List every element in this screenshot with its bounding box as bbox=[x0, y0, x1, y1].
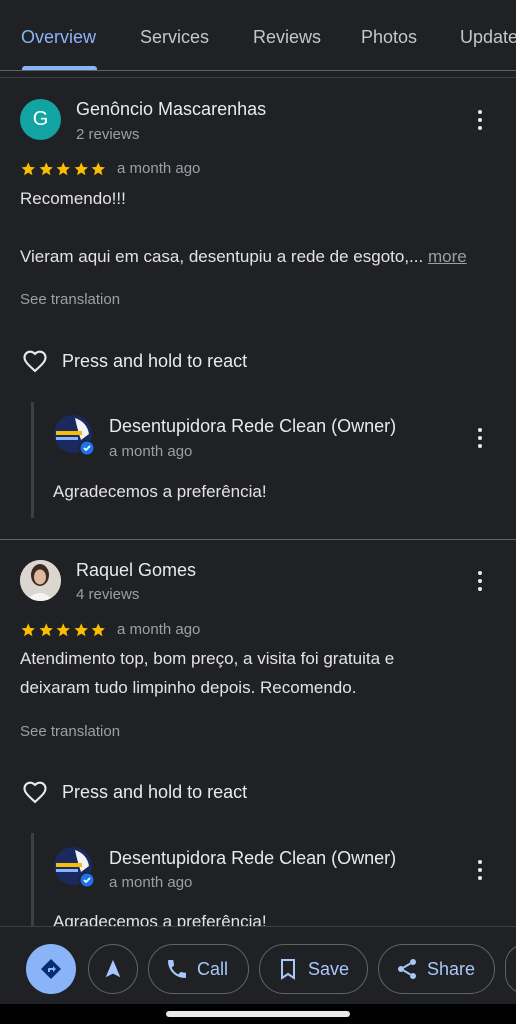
react-label: Press and hold to react bbox=[62, 781, 248, 802]
directions-icon bbox=[41, 959, 61, 979]
owner-avatar[interactable] bbox=[53, 846, 97, 890]
more-link[interactable]: more bbox=[428, 247, 467, 266]
owner-reply-time: a month ago bbox=[109, 443, 193, 460]
review-author-count: 4 reviews bbox=[76, 586, 140, 603]
tabs-divider bbox=[0, 70, 516, 71]
avatar[interactable] bbox=[20, 560, 61, 601]
review-text-line: Recomendo!!! bbox=[20, 189, 126, 208]
save-button[interactable]: Save bbox=[259, 944, 368, 994]
directions-button[interactable] bbox=[26, 944, 76, 994]
owner-reply-name[interactable]: Desentupidora Rede Clean (Owner) bbox=[109, 848, 396, 869]
action-bar: Call Save Share bbox=[0, 926, 516, 1004]
bookmark-icon bbox=[281, 959, 295, 980]
review-divider bbox=[0, 539, 516, 540]
review-text-line: Vieram aqui em casa, desentupiu a rede d… bbox=[20, 242, 500, 272]
star-icon bbox=[56, 162, 70, 176]
call-label: Call bbox=[197, 958, 229, 979]
profile-photo bbox=[20, 560, 61, 601]
tabs-divider-secondary bbox=[0, 77, 516, 78]
see-translation-link[interactable]: See translation bbox=[20, 291, 120, 308]
review-time: a month ago bbox=[117, 621, 201, 638]
star-icon bbox=[56, 623, 70, 637]
tab-bar: Overview Services Reviews Photos Updates bbox=[0, 0, 516, 70]
react-label: Press and hold to react bbox=[62, 350, 248, 371]
more-options-icon[interactable] bbox=[470, 426, 490, 450]
rating-stars bbox=[20, 622, 107, 638]
more-options-icon[interactable] bbox=[470, 858, 490, 882]
review-text-excerpt: Vieram aqui em casa, desentupiu a rede d… bbox=[20, 247, 424, 266]
owner-reply-time: a month ago bbox=[109, 874, 193, 891]
reply-indent-bar bbox=[31, 402, 34, 518]
tab-updates[interactable]: Updates bbox=[460, 27, 516, 48]
navigation-arrow-icon bbox=[105, 959, 121, 978]
review-author-name[interactable]: Genôncio Mascarenhas bbox=[76, 99, 266, 120]
more-options-icon[interactable] bbox=[470, 108, 490, 132]
phone-icon bbox=[168, 960, 186, 978]
owner-reply-name[interactable]: Desentupidora Rede Clean (Owner) bbox=[109, 416, 396, 437]
more-actions-button[interactable] bbox=[505, 944, 516, 994]
see-translation-link[interactable]: See translation bbox=[20, 723, 120, 740]
review-time: a month ago bbox=[117, 160, 201, 177]
tab-reviews[interactable]: Reviews bbox=[253, 27, 321, 48]
react-button[interactable]: Press and hold to react bbox=[20, 777, 247, 807]
star-icon bbox=[39, 162, 53, 176]
star-icon bbox=[21, 623, 35, 637]
share-label: Share bbox=[427, 958, 476, 979]
heart-icon bbox=[23, 350, 47, 373]
react-button[interactable]: Press and hold to react bbox=[20, 346, 247, 376]
owner-reply-text: Agradecemos a preferência! bbox=[53, 482, 267, 501]
review-author-name[interactable]: Raquel Gomes bbox=[76, 560, 196, 581]
tab-services[interactable]: Services bbox=[140, 27, 209, 48]
owner-logo-icon bbox=[54, 847, 95, 888]
review-text-line: deixaram tudo limpinho depois. Recomendo… bbox=[20, 678, 357, 697]
reply-indent-bar bbox=[31, 833, 34, 933]
tab-overview[interactable]: Overview bbox=[21, 27, 96, 48]
review-text-line: Atendimento top, bom preço, a visita foi… bbox=[20, 649, 395, 668]
star-icon bbox=[91, 162, 105, 176]
review-author-count: 2 reviews bbox=[76, 126, 140, 143]
app-screen: Overview Services Reviews Photos Updates… bbox=[0, 0, 516, 1024]
call-button[interactable]: Call bbox=[148, 944, 249, 994]
star-icon bbox=[91, 623, 105, 637]
more-options-icon[interactable] bbox=[470, 569, 490, 593]
owner-logo-icon bbox=[54, 415, 95, 456]
star-icon bbox=[74, 623, 88, 637]
tab-photos[interactable]: Photos bbox=[361, 27, 417, 48]
rating-stars bbox=[20, 161, 107, 177]
star-icon bbox=[21, 162, 35, 176]
share-icon bbox=[398, 959, 416, 979]
heart-icon bbox=[23, 781, 47, 804]
owner-avatar[interactable] bbox=[53, 414, 97, 458]
star-icon bbox=[74, 162, 88, 176]
share-button[interactable]: Share bbox=[378, 944, 495, 994]
star-icon bbox=[39, 623, 53, 637]
start-navigation-button[interactable] bbox=[88, 944, 138, 994]
save-label: Save bbox=[308, 958, 350, 979]
avatar[interactable]: G bbox=[20, 99, 61, 140]
home-indicator[interactable] bbox=[166, 1011, 350, 1017]
